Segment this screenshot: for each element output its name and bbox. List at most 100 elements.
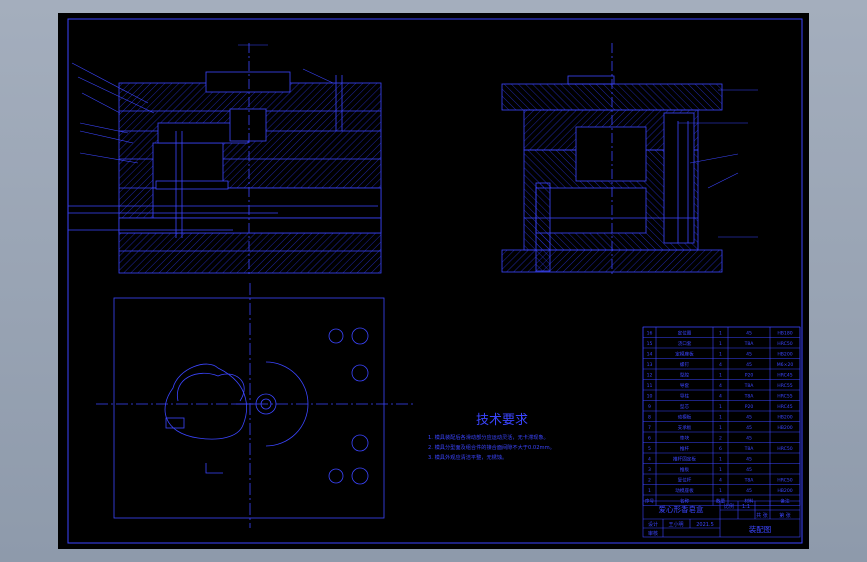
bom-cell: 45 <box>746 362 752 368</box>
bom-cell: 45 <box>746 457 752 463</box>
bom-cell: HRC45 <box>777 404 793 410</box>
mold-assembly-drawing: 技术要求 1. 模具装配后各滑动部分应运动灵活，无卡滞现象。 2. 模具分型面及… <box>67 18 803 544</box>
tech-requirements-title: 技术要求 <box>476 413 528 428</box>
bom-cell: 导柱 <box>680 393 690 400</box>
bom-cell: 14 <box>647 352 653 358</box>
bom-cell: 5 <box>648 446 651 452</box>
bom-cell: 1 <box>719 352 722 358</box>
bom-cell: T8A <box>744 383 755 389</box>
bom-cell: 11 <box>647 383 653 389</box>
bom-cell: 45 <box>746 352 752 358</box>
bom-cell: T8A <box>744 446 755 452</box>
cad-viewport[interactable]: 技术要求 1. 模具装配后各滑动部分应运动灵活，无卡滞现象。 2. 模具分型面及… <box>58 13 809 549</box>
bom-cell: HB200 <box>777 415 792 421</box>
bom-cell: 4 <box>719 478 722 484</box>
plan-view <box>96 283 413 528</box>
bom-cell: 垫块 <box>680 435 690 442</box>
bom-cell: T8A <box>744 478 755 484</box>
bom-cell: 9 <box>648 404 651 410</box>
scale-label: 比例 <box>724 503 734 510</box>
bom-cell: 1 <box>719 331 722 337</box>
checker-label: 审核 <box>648 530 658 537</box>
bom-header-cell: 数量 <box>716 498 726 505</box>
bom-cell: 12 <box>647 373 653 379</box>
bom-cell: HB200 <box>777 352 792 358</box>
bom-cell: 4 <box>719 383 722 389</box>
bom-cell: 推杆 <box>680 445 690 452</box>
bom-cell: 7 <box>648 425 651 431</box>
bom-cell: 45 <box>746 436 752 442</box>
bom-cell: 3 <box>648 467 651 473</box>
bom-cell: 推杆固定板 <box>673 456 696 463</box>
bom-cell: 4 <box>719 394 722 400</box>
bom-cell: 13 <box>647 362 653 368</box>
designer-name: 王小明 <box>668 521 683 528</box>
bom-cell: 浇口套 <box>678 340 692 347</box>
bom-cell: 1 <box>719 341 722 347</box>
sheet-number: 第 张 <box>779 512 791 519</box>
bom-cell: 45 <box>746 415 752 421</box>
designer-label: 设计 <box>648 521 658 528</box>
bom-cell: 16 <box>647 331 653 337</box>
tech-note-3: 3. 模具外观应清洁平整，无锈蚀。 <box>428 453 507 461</box>
bom-cell: 45 <box>746 488 752 494</box>
sheet-total: 共 张 <box>756 512 768 519</box>
bom-cell: 2 <box>648 478 651 484</box>
bom-cell: 复位杆 <box>678 477 692 484</box>
bom-cell: HRC50 <box>777 446 793 452</box>
bom-cell: 动模座板 <box>675 487 694 494</box>
bom-cell: 螺钉 <box>680 361 690 368</box>
tech-note-2: 2. 模具分型面及组合件的接合面间隙不大于0.02mm。 <box>428 443 555 451</box>
bom-cell: HRC55 <box>777 383 793 389</box>
bom-cell: HB200 <box>777 425 792 431</box>
bom-header-cell: 序号 <box>645 498 655 505</box>
bom-header-cell: 备注 <box>780 498 790 505</box>
side-section-view <box>501 43 723 275</box>
bom-cell: 45 <box>746 331 752 337</box>
bom-cell: HRC45 <box>777 373 793 379</box>
bom-cell: 15 <box>647 341 653 347</box>
bom-cell: 10 <box>647 394 653 400</box>
bom-cell: 型芯 <box>680 403 690 410</box>
bom-cell: 定模座板 <box>675 351 694 358</box>
bom-cell: 1 <box>719 488 722 494</box>
bom-cell: 推板 <box>680 466 690 473</box>
bom-cell: 6 <box>648 436 651 442</box>
bom-cell: HRC50 <box>777 478 793 484</box>
bom-cell: 6 <box>719 446 722 452</box>
bom-cell: HRC55 <box>777 394 793 400</box>
bom-cell: 2 <box>719 436 722 442</box>
plan-holes-top <box>328 327 369 485</box>
bom-cell: 型腔 <box>680 372 690 379</box>
bom-header-cell: 材料 <box>744 498 754 505</box>
bom-cell: 4 <box>719 362 722 368</box>
bom-cell: 1 <box>719 415 722 421</box>
bom-cell: 4 <box>648 457 651 463</box>
bom-cell: 1 <box>719 467 722 473</box>
bom-header-cell: 名称 <box>680 498 690 505</box>
bom-cell: P20 <box>745 373 754 379</box>
bom-cell: HB180 <box>777 331 792 337</box>
bom-cell: 45 <box>746 467 752 473</box>
bom-cell: 1 <box>719 373 722 379</box>
bom-cell: 1 <box>648 488 651 494</box>
bom-cell: M6×20 <box>777 362 794 368</box>
bom-cell: T8A <box>744 394 755 400</box>
bom-cell: 动模板 <box>678 414 692 421</box>
bom-cell: HB200 <box>777 488 792 494</box>
tech-note-1: 1. 模具装配后各滑动部分应运动灵活，无卡滞现象。 <box>428 433 549 441</box>
bom-cell: T8A <box>744 341 755 347</box>
bom-cell: 1 <box>719 457 722 463</box>
drawing-label: 装配图 <box>749 524 772 534</box>
bom-cell: 1 <box>719 425 722 431</box>
bom-cell: 导套 <box>680 382 690 389</box>
bom-cell: P20 <box>745 404 754 410</box>
bom-cell: HRC50 <box>777 341 793 347</box>
bom-cell: 8 <box>648 415 651 421</box>
scale-value: 1:1 <box>742 504 750 510</box>
bom-cell: 支承板 <box>678 424 692 431</box>
drawing-date: 2021.5 <box>696 522 714 528</box>
bom-cell: 1 <box>719 404 722 410</box>
part-name: 爱心形香皂盒 <box>659 504 704 514</box>
bom-cell: 定位圈 <box>678 330 692 337</box>
